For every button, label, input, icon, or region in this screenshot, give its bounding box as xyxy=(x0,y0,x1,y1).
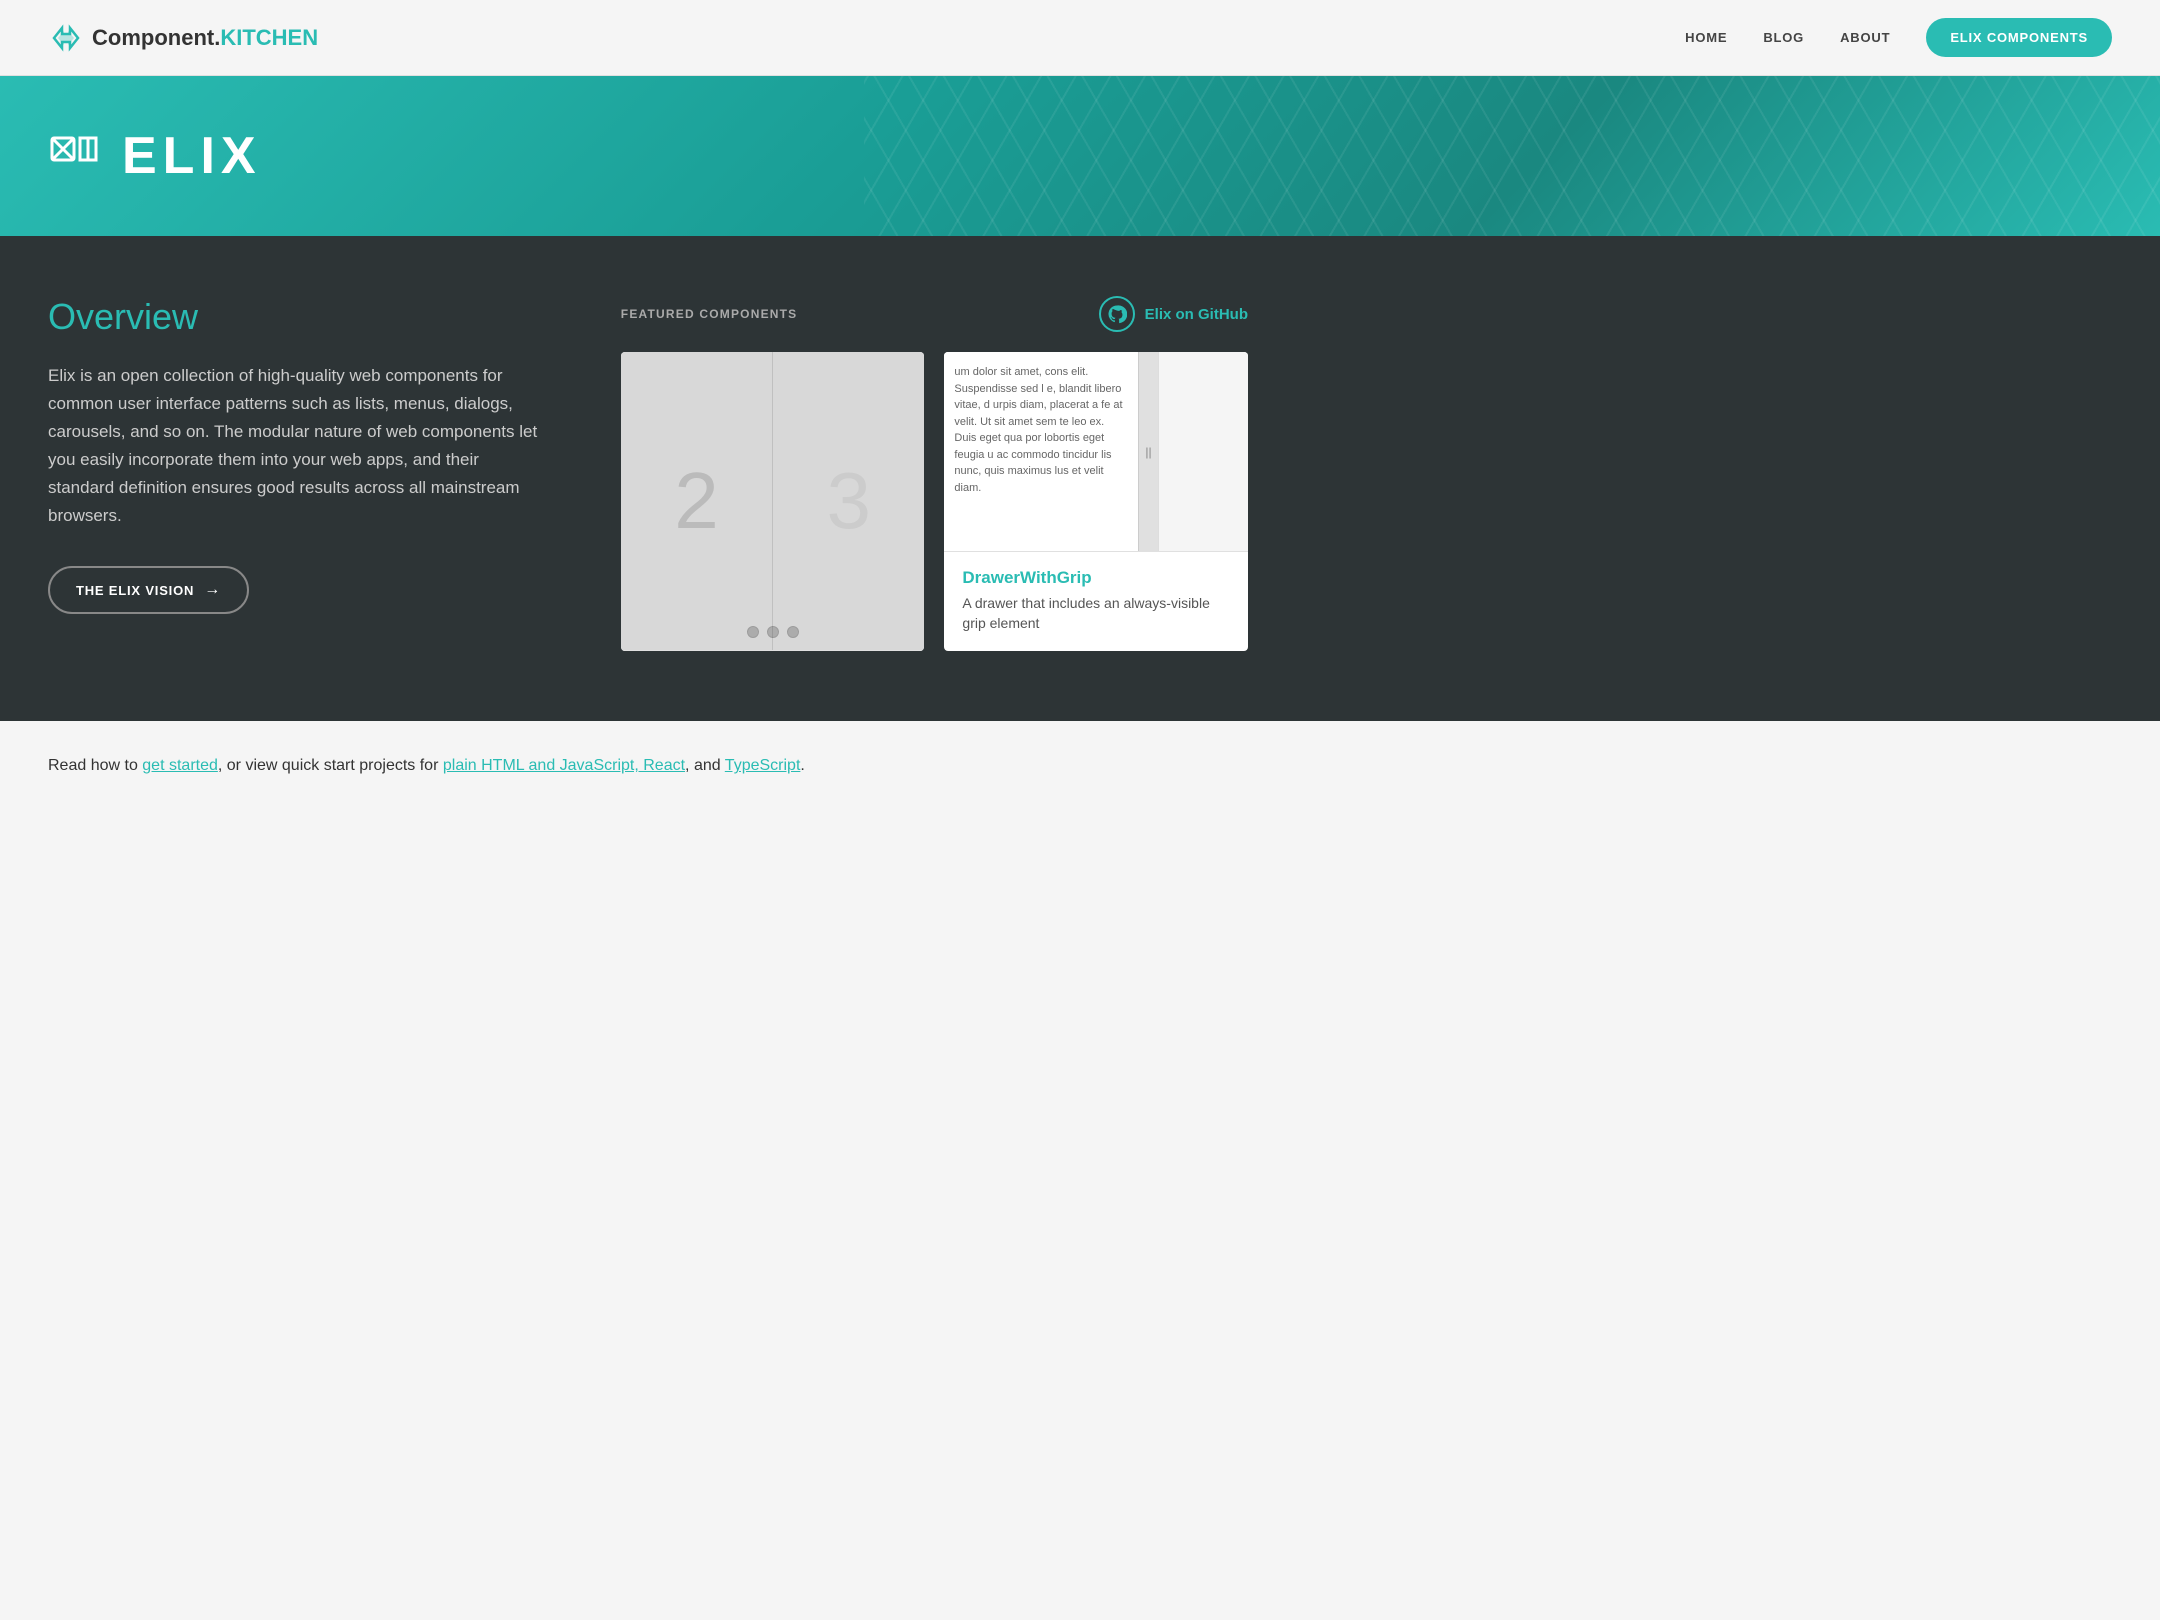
footer-text-before: Read how to xyxy=(48,757,142,774)
github-link[interactable]: Elix on GitHub xyxy=(1099,296,1248,332)
typescript-link[interactable]: TypeScript xyxy=(725,757,801,774)
overview-title: Overview xyxy=(48,296,541,338)
arrow-icon: → xyxy=(204,581,221,599)
drawer-name[interactable]: DrawerWithGrip xyxy=(962,568,1230,588)
elix-logo-icon xyxy=(48,128,104,184)
elix-components-button[interactable]: ELIX COMPONENTS xyxy=(1926,18,2112,57)
drawer-preview-inner: um dolor sit amet, cons elit. Suspendiss… xyxy=(944,352,1248,551)
nav-blog[interactable]: BLOG xyxy=(1763,30,1804,45)
elix-wordmark: ELIX xyxy=(122,126,262,186)
logo-area: Component.KITCHEN xyxy=(48,20,318,56)
github-icon xyxy=(1099,296,1135,332)
react-link[interactable]: plain HTML and JavaScript, React xyxy=(443,757,685,774)
overview-left: Overview Elix is an open collection of h… xyxy=(48,296,541,614)
overview-inner: Overview Elix is an open collection of h… xyxy=(48,296,1248,651)
get-started-link[interactable]: get started xyxy=(142,757,218,774)
nav-about[interactable]: ABOUT xyxy=(1840,30,1890,45)
footer-text-end: , and xyxy=(685,757,725,774)
site-header: Component.KITCHEN HOME BLOG ABOUT ELIX C… xyxy=(0,0,2160,76)
carousel-dot-3 xyxy=(787,626,799,638)
drawer-card[interactable]: um dolor sit amet, cons elit. Suspendiss… xyxy=(944,352,1248,651)
drawer-panel xyxy=(1158,352,1248,551)
footer-text: Read how to get started, or view quick s… xyxy=(48,757,2112,775)
drawer-main-content: um dolor sit amet, cons elit. Suspendiss… xyxy=(944,352,1138,551)
footer-area: Read how to get started, or view quick s… xyxy=(0,721,2160,811)
featured-header: FEATURED COMPONENTS Elix on GitHub xyxy=(621,296,1248,332)
logo-icon xyxy=(48,20,84,56)
elix-title-area: ELIX xyxy=(48,126,2112,186)
carousel-slide-2: 3 xyxy=(773,352,924,650)
carousel-slides: 2 3 xyxy=(621,352,925,650)
overview-right: FEATURED COMPONENTS Elix on GitHub 2 xyxy=(621,296,1248,651)
logo-text: Component.KITCHEN xyxy=(92,25,318,51)
carousel-dot-2 xyxy=(767,626,779,638)
carousel-preview: 2 3 xyxy=(621,352,925,651)
footer-period: . xyxy=(800,757,804,774)
drawer-preview: um dolor sit amet, cons elit. Suspendiss… xyxy=(944,352,1248,552)
drawer-grip: || xyxy=(1138,352,1158,551)
vision-button[interactable]: THE ELIX VISION → xyxy=(48,566,249,614)
drawer-description: A drawer that includes an always-visible… xyxy=(962,594,1230,633)
main-nav: HOME BLOG ABOUT ELIX COMPONENTS xyxy=(1685,18,2112,57)
nav-home[interactable]: HOME xyxy=(1685,30,1727,45)
footer-text-middle: , or view quick start projects for xyxy=(218,757,443,774)
carousel-card[interactable]: 2 3 Carousel Carousel with a sliding eff… xyxy=(621,352,925,651)
carousel-dots xyxy=(747,626,799,638)
github-link-text: Elix on GitHub xyxy=(1145,306,1248,323)
carousel-slide-1: 2 xyxy=(621,352,773,650)
featured-label: FEATURED COMPONENTS xyxy=(621,307,798,321)
vision-button-label: THE ELIX VISION xyxy=(76,583,194,598)
elix-banner: ELIX xyxy=(0,76,2160,236)
components-grid: 2 3 Carousel Carousel with a sliding eff… xyxy=(621,352,1248,651)
overview-section: Overview Elix is an open collection of h… xyxy=(0,236,2160,721)
drawer-card-info: DrawerWithGrip A drawer that includes an… xyxy=(944,552,1248,651)
carousel-dot-1 xyxy=(747,626,759,638)
overview-body: Elix is an open collection of high-quali… xyxy=(48,362,541,530)
